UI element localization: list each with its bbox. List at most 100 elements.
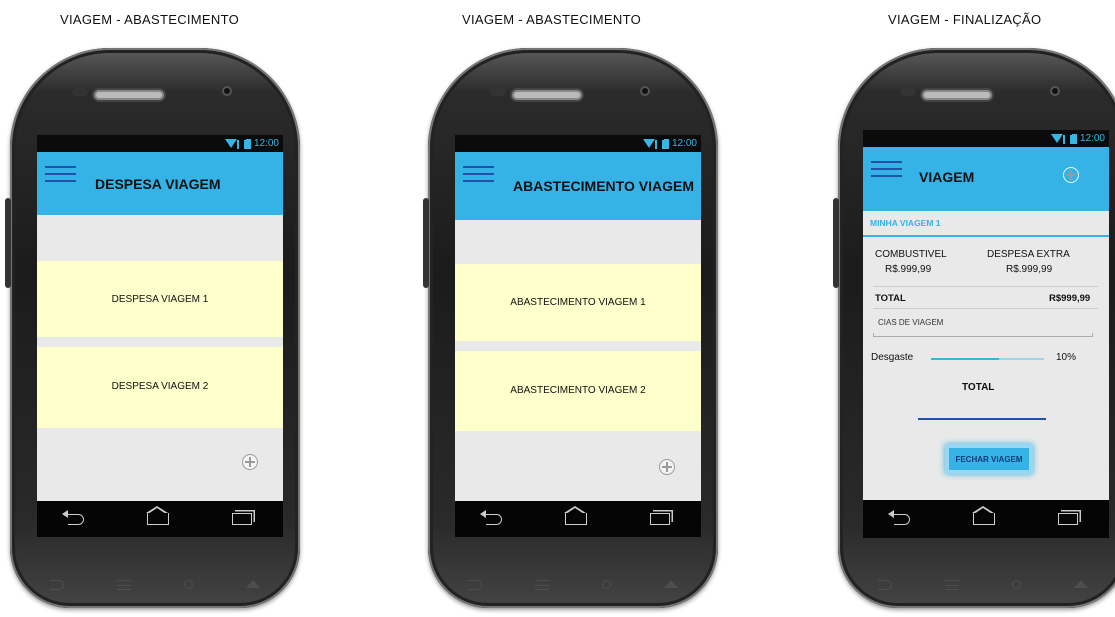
- hw-search-icon[interactable]: [1012, 580, 1021, 589]
- nav-bar: [863, 500, 1109, 538]
- hw-home-icon[interactable]: [246, 580, 260, 588]
- hw-search-icon[interactable]: [184, 580, 193, 589]
- caption-2: VIAGEM - ABASTECIMENTO: [462, 12, 642, 27]
- menu-icon[interactable]: [45, 166, 76, 186]
- list-item-label: DESPESA VIAGEM 1: [111, 294, 209, 305]
- desgaste-value: 10%: [1056, 352, 1077, 363]
- front-camera: [222, 86, 232, 96]
- hw-home-icon[interactable]: [664, 580, 678, 588]
- hw-back-icon[interactable]: [878, 580, 892, 590]
- total-heading: TOTAL: [962, 382, 995, 393]
- section-divider: [863, 235, 1109, 237]
- page-title: VIAGEM: [919, 169, 975, 185]
- wifi-signal-icon: [642, 138, 664, 149]
- back-icon[interactable]: [888, 509, 911, 525]
- add-icon[interactable]: [1063, 167, 1079, 183]
- combustivel-label: COMBUSTIVEL: [875, 249, 947, 260]
- status-bar: 12:00: [455, 135, 701, 152]
- nav-bar: [37, 501, 283, 537]
- caption-1: VIAGEM - ABASTECIMENTO: [60, 12, 240, 27]
- hw-menu-icon[interactable]: [535, 580, 549, 590]
- volume-button: [833, 198, 839, 288]
- trip-name: MINHA VIAGEM 1: [870, 218, 941, 228]
- despesa-extra-label: DESPESA EXTRA: [987, 249, 1070, 260]
- screen-abastecimento: 12:00 ABASTECIMENTO VIAGEM ABASTECIMENTO…: [455, 135, 701, 537]
- despesa-extra-value: R$.999,99: [1006, 264, 1053, 275]
- sensor: [490, 88, 506, 96]
- earpiece-speaker: [510, 88, 584, 102]
- nav-bar: [455, 501, 701, 537]
- app-bar: DESPESA VIAGEM: [37, 152, 283, 215]
- earpiece-speaker: [920, 88, 994, 102]
- total-value: R$999,99: [1049, 293, 1091, 304]
- days-field[interactable]: CIAS DE VIAGEM: [878, 318, 943, 327]
- phone-2: 12:00 ABASTECIMENTO VIAGEM ABASTECIMENTO…: [423, 48, 718, 608]
- battery-icon: [1071, 133, 1077, 144]
- front-camera: [640, 86, 650, 96]
- menu-icon[interactable]: [463, 166, 494, 186]
- battery-icon: [663, 138, 669, 149]
- list-item-label: ABASTECIMENTO VIAGEM 1: [510, 297, 646, 308]
- list-item-label: DESPESA VIAGEM 2: [111, 381, 209, 392]
- desgaste-label: Desgaste: [871, 352, 914, 363]
- hw-search-icon[interactable]: [602, 580, 611, 589]
- hardware-keys: [878, 580, 1088, 590]
- home-icon[interactable]: [972, 506, 995, 525]
- hw-back-icon[interactable]: [50, 580, 64, 590]
- phone-1: 12:00 DESPESA VIAGEM DESPESA VIAGEM 1 DE…: [5, 48, 300, 608]
- page-title: DESPESA VIAGEM: [95, 176, 221, 192]
- list-item-label: ABASTECIMENTO VIAGEM 2: [510, 385, 646, 396]
- combustivel-value: R$.999,99: [885, 264, 932, 275]
- volume-button: [5, 198, 11, 288]
- add-icon[interactable]: [242, 454, 258, 470]
- phone-3: 12:00 VIAGEM MINHA VIAGEM 1 COMBUSTIVEL …: [833, 48, 1115, 608]
- recent-apps-icon[interactable]: [231, 513, 252, 525]
- list-item[interactable]: DESPESA VIAGEM 2: [37, 347, 283, 428]
- front-camera: [1050, 86, 1060, 96]
- total-field-underline[interactable]: [918, 418, 1046, 420]
- home-icon[interactable]: [564, 506, 587, 525]
- status-time: 12:00: [1079, 133, 1105, 144]
- back-icon[interactable]: [62, 509, 85, 525]
- home-icon[interactable]: [146, 506, 169, 525]
- caption-3: VIAGEM - FINALIZAÇÃO: [888, 12, 1042, 27]
- recent-apps-icon[interactable]: [649, 513, 670, 525]
- row-divider: [873, 286, 1098, 287]
- status-time: 12:00: [671, 138, 697, 149]
- hw-menu-icon[interactable]: [117, 580, 131, 590]
- wifi-signal-icon: [1050, 133, 1072, 144]
- screen-finalizacao: 12:00 VIAGEM MINHA VIAGEM 1 COMBUSTIVEL …: [863, 130, 1109, 538]
- recent-apps-icon[interactable]: [1057, 513, 1078, 525]
- hw-menu-icon[interactable]: [945, 580, 959, 590]
- total-label: TOTAL: [875, 293, 906, 304]
- hardware-keys: [468, 580, 678, 590]
- list-item[interactable]: ABASTECIMENTO VIAGEM 1: [455, 264, 701, 341]
- sensor: [900, 88, 916, 96]
- desgaste-slider[interactable]: [931, 358, 1044, 360]
- days-field-underline: [873, 333, 1093, 337]
- hw-home-icon[interactable]: [1074, 580, 1088, 588]
- status-bar: 12:00: [863, 130, 1109, 147]
- wifi-signal-icon: [224, 138, 246, 149]
- back-icon[interactable]: [480, 509, 503, 525]
- status-time: 12:00: [253, 138, 279, 149]
- list-item[interactable]: DESPESA VIAGEM 1: [37, 261, 283, 337]
- close-trip-button[interactable]: FECHAR VIAGEM: [945, 444, 1033, 474]
- list-item[interactable]: ABASTECIMENTO VIAGEM 2: [455, 351, 701, 431]
- status-bar: 12:00: [37, 135, 283, 152]
- sensor: [72, 88, 88, 96]
- desgaste-slider-fill: [931, 358, 999, 360]
- app-bar: VIAGEM: [863, 147, 1109, 211]
- menu-icon[interactable]: [871, 161, 902, 181]
- earpiece-speaker: [92, 88, 166, 102]
- page-title: ABASTECIMENTO VIAGEM: [513, 178, 694, 194]
- hardware-keys: [50, 580, 260, 590]
- screen-despesa: 12:00 DESPESA VIAGEM DESPESA VIAGEM 1 DE…: [37, 135, 283, 537]
- add-icon[interactable]: [659, 459, 675, 475]
- battery-icon: [245, 138, 251, 149]
- hw-back-icon[interactable]: [468, 580, 482, 590]
- close-trip-label: FECHAR VIAGEM: [955, 454, 1023, 464]
- volume-button: [423, 198, 429, 288]
- row-divider: [873, 308, 1098, 309]
- app-bar: ABASTECIMENTO VIAGEM: [455, 152, 701, 220]
